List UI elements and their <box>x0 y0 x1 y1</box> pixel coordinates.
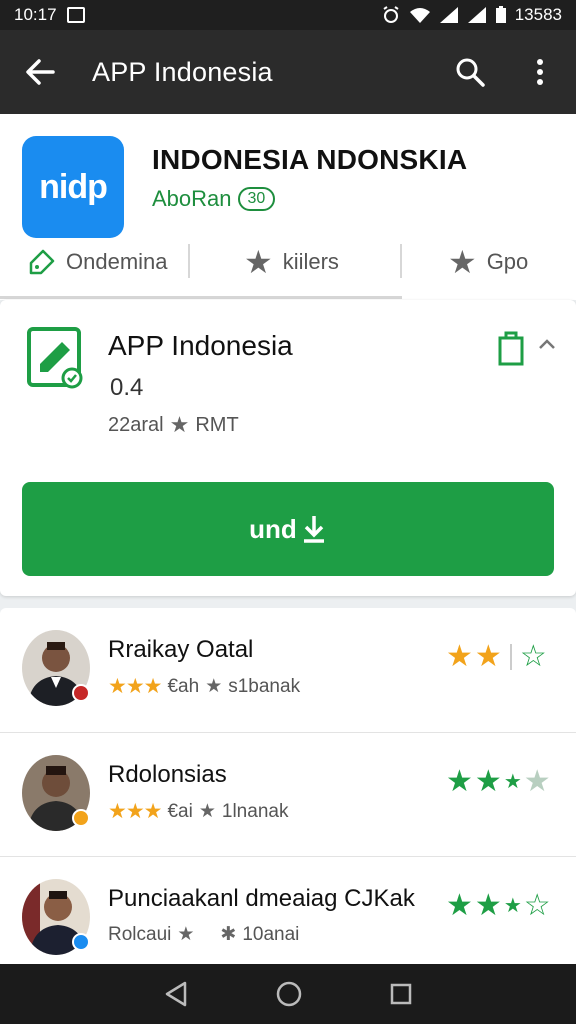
star-filled-icon[interactable]: ★ <box>475 767 502 797</box>
star-filled-icon[interactable]: ★ <box>446 767 473 797</box>
star-half-icon[interactable]: ★ <box>504 896 522 916</box>
star-filled-icon[interactable]: ★ <box>446 642 473 672</box>
install-app-meta: 22aral ★ RMT <box>108 412 239 438</box>
review-meta-b: 1lnanak <box>221 800 289 822</box>
clipboard-icon[interactable] <box>496 330 526 366</box>
meta-right: RMT <box>195 413 239 436</box>
install-card: APP Indonesia 0.4 22aral ★ RMT und <box>0 300 576 596</box>
star-icon: ★ <box>198 801 216 822</box>
home-nav-icon[interactable] <box>275 980 303 1008</box>
star-empty-icon[interactable]: ★ <box>524 767 551 797</box>
reviewer-name: Rdolonsias <box>108 761 227 788</box>
star-icon: ★ <box>177 924 195 945</box>
reviewer-name: Punciaakanl dmeaiag CJKak <box>108 885 415 912</box>
star-outline-icon[interactable]: ☆ <box>520 642 547 672</box>
star-icon: ★ <box>205 676 223 697</box>
avatar-badge <box>72 933 90 951</box>
tab-more-label: Gpo <box>486 249 529 274</box>
install-button-label: und <box>249 513 297 544</box>
review-meta: Rolcaui ★ ✱ 10anai <box>108 923 299 946</box>
star-rating: ★★★ <box>108 800 162 823</box>
list-item[interactable]: Rdolonsias ★★★ €ai ★ 1lnanak ★ ★ ★ ★ <box>0 732 576 856</box>
review-meta: ★★★ €ah ★ s1banak <box>108 674 300 699</box>
list-item[interactable]: Punciaakanl dmeaiag CJKak Rolcaui ★ ✱ 10… <box>0 856 576 980</box>
battery-text: 13583 <box>514 5 562 24</box>
recents-nav-icon[interactable] <box>389 982 413 1006</box>
tab-ratings-label: kiilers <box>282 249 339 274</box>
app-bar-title: APP Indonesia <box>92 56 273 87</box>
star-filled-icon[interactable]: ★ <box>475 642 502 672</box>
app-name: INDONESIA NDONSKIA <box>152 144 468 175</box>
divider <box>509 644 512 670</box>
battery-icon <box>495 6 506 23</box>
star-icon: ★ <box>169 412 190 437</box>
list-item[interactable]: Rraikay Oatal ★★★ €ah ★ s1banak ★ ★ ☆ <box>0 608 576 732</box>
star-icon: ★ <box>244 244 273 280</box>
install-button[interactable]: und <box>22 482 554 576</box>
notification-icon <box>66 7 85 23</box>
star-outline-icon[interactable]: ☆ <box>524 891 551 921</box>
meta-left: 22aral <box>108 413 164 436</box>
star-icon: ★ <box>448 244 477 280</box>
developer-name[interactable]: AboRan <box>152 186 232 212</box>
rate-stars[interactable]: ★ ★ ★ ★ <box>446 767 551 797</box>
star-icon: ✱ <box>220 924 237 945</box>
alarm-icon <box>383 6 399 23</box>
install-app-version: 0.4 <box>110 374 144 401</box>
star-rating: ★★★ <box>108 675 162 698</box>
more-vert-icon <box>537 59 543 85</box>
developer-badge: 30 <box>237 187 276 211</box>
more-options-button[interactable] <box>522 54 558 90</box>
app-icon-text: nidp <box>39 167 108 206</box>
info-tabs: Ondemina ★ kiilers ★ Gpo <box>0 240 576 284</box>
review-meta-a: €ai <box>167 800 193 822</box>
tag-icon <box>29 249 55 275</box>
system-nav-bar <box>0 964 576 1024</box>
app-bar: APP Indonesia <box>0 30 576 114</box>
divider <box>188 244 190 278</box>
download-icon <box>303 516 324 543</box>
back-button[interactable] <box>22 54 58 90</box>
reviewer-name: Rraikay Oatal <box>108 636 254 663</box>
divider <box>400 244 402 278</box>
signal-icon-2 <box>467 7 486 23</box>
signal-icon <box>439 7 458 23</box>
star-filled-icon[interactable]: ★ <box>475 891 502 921</box>
reviews-list: Rraikay Oatal ★★★ €ah ★ s1banak ★ ★ ☆ Rd… <box>0 608 576 968</box>
status-time: 10:17 <box>14 5 57 24</box>
status-bar: 10:17 13583 <box>0 0 576 30</box>
install-app-title: APP Indonesia <box>108 330 293 361</box>
star-half-icon[interactable]: ★ <box>504 772 522 792</box>
star-filled-icon[interactable]: ★ <box>446 891 473 921</box>
search-icon <box>456 58 485 87</box>
wifi-icon <box>409 8 430 23</box>
review-meta: ★★★ €ai ★ 1lnanak <box>108 799 288 824</box>
review-meta-b: s1banak <box>228 675 301 697</box>
tab-ratings[interactable]: ★ kiilers <box>244 246 339 278</box>
tab-category-label: Ondemina <box>66 249 168 274</box>
back-nav-icon[interactable] <box>163 980 189 1008</box>
tab-category[interactable]: Ondemina <box>28 248 168 276</box>
edit-document-icon <box>27 327 83 389</box>
search-button[interactable] <box>452 54 488 90</box>
rate-stars[interactable]: ★ ★ ★ ☆ <box>446 891 551 921</box>
avatar-badge <box>72 684 90 702</box>
rate-stars[interactable]: ★ ★ ☆ <box>446 642 547 672</box>
chevron-up-icon[interactable] <box>538 338 556 350</box>
review-meta-a: €ah <box>167 675 200 697</box>
app-header-card: nidp INDONESIA NDONSKIA AboRan 30 Ondemi… <box>0 114 576 300</box>
tab-more[interactable]: ★ Gpo <box>448 246 528 278</box>
arrow-left-icon <box>26 59 55 85</box>
review-meta-b: 10anai <box>242 923 300 945</box>
avatar-badge <box>72 809 90 827</box>
app-icon[interactable]: nidp <box>22 136 124 238</box>
developer-row[interactable]: AboRan 30 <box>152 186 276 212</box>
review-meta-a: Rolcaui <box>108 923 172 945</box>
header-divider <box>0 296 402 299</box>
